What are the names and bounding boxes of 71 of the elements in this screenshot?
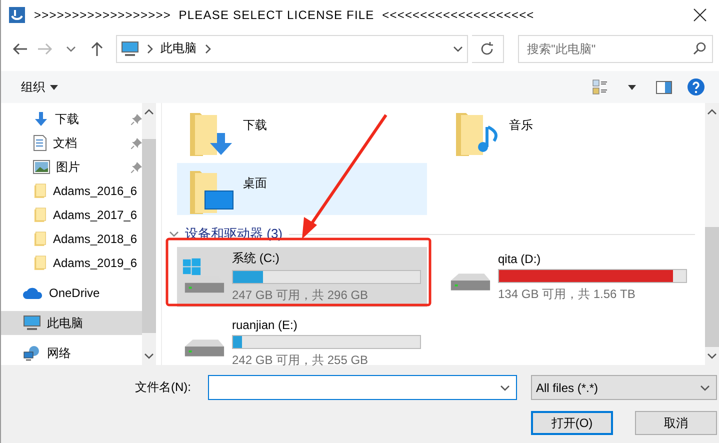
filename-label: 文件名(N): — [135, 379, 191, 396]
content-scrollbar[interactable] — [705, 103, 719, 365]
up-arrow-icon — [90, 40, 104, 56]
cloud-icon — [23, 287, 43, 299]
caret-icon — [50, 84, 58, 90]
sidebar-item[interactable]: OneDrive — [1, 281, 142, 305]
breadcrumb[interactable]: 此电脑 — [160, 40, 196, 57]
left-arrow-icon — [12, 42, 28, 56]
network-icon — [23, 345, 41, 361]
section-toggle[interactable] — [169, 229, 179, 239]
folder-icon — [33, 230, 47, 248]
folder-tile[interactable]: 桌面 — [177, 163, 427, 215]
scroll-down-icon — [144, 351, 154, 361]
drive-tile[interactable]: qita (D:) 134 GB 可用，共 1.56 TB — [443, 247, 693, 307]
chevron-down-icon — [452, 44, 463, 54]
chevron-down-icon — [169, 229, 179, 239]
folder-icon — [33, 206, 47, 224]
view-options-icon — [592, 79, 608, 95]
folder-tile[interactable]: 下载 — [177, 105, 427, 157]
download-arrow-icon — [33, 111, 49, 127]
folder-tile[interactable]: 音乐 — [443, 105, 693, 157]
sidebar-item[interactable]: 文档 — [1, 131, 142, 155]
drive-tile[interactable]: ruanjian (E:) 242 GB 可用，共 255 GB — [177, 313, 427, 373]
document-icon — [33, 135, 47, 151]
sidebar-item[interactable]: 此电脑 — [1, 311, 142, 335]
drive-name: 系统 (C:) — [232, 250, 280, 267]
chevron-right-icon — [144, 44, 154, 54]
drive-tile[interactable]: 系统 (C:) 247 GB 可用，共 296 GB — [177, 247, 427, 307]
scroll-down-icon — [707, 351, 717, 361]
sidebar-item[interactable]: Adams_2017_6 — [1, 203, 142, 227]
address-bar[interactable]: 此电脑 — [116, 34, 468, 62]
right-arrow-icon — [37, 42, 54, 56]
organize-menu[interactable]: 组织 — [19, 76, 60, 98]
chevron-down-icon — [500, 382, 510, 392]
computer-icon — [23, 315, 41, 331]
help-icon — [687, 78, 705, 96]
sidebar-item[interactable]: Adams_2019_6 — [1, 251, 142, 275]
sidebar-item[interactable]: Adams_2016_6 — [1, 179, 142, 203]
drive-space: 134 GB 可用，共 1.56 TB — [498, 286, 636, 302]
picture-icon — [33, 160, 50, 174]
close-icon — [693, 8, 707, 22]
scroll-up-icon — [144, 107, 154, 117]
drive-space: 242 GB 可用，共 255 GB — [232, 352, 370, 368]
caret-icon — [66, 44, 76, 54]
folder-icon — [33, 254, 47, 272]
sidebar-scrollbar[interactable] — [142, 103, 156, 365]
sidebar-item[interactable]: 图片 — [1, 155, 142, 179]
sidebar-item[interactable]: 下载 — [1, 107, 142, 131]
refresh-button[interactable] — [472, 34, 504, 62]
drive-name: ruanjian (E:) — [232, 318, 298, 332]
drive-name: qita (D:) — [498, 252, 542, 266]
caret-icon — [628, 84, 636, 90]
file-type-dropdown[interactable]: All files (*.*) — [531, 375, 717, 400]
sidebar-item[interactable]: Adams_2018_6 — [1, 227, 142, 251]
search-box[interactable]: 搜索"此电脑" — [518, 34, 714, 62]
filename-field[interactable] — [208, 375, 517, 400]
chevron-down-icon — [700, 382, 710, 392]
cancel-button[interactable]: 取消 — [635, 411, 717, 435]
chevron-right-icon — [202, 44, 212, 54]
refresh-icon — [480, 42, 494, 56]
drive-space: 247 GB 可用，共 296 GB — [232, 287, 370, 304]
computer-icon — [120, 40, 138, 56]
scroll-up-icon — [707, 107, 717, 117]
search-icon — [693, 42, 706, 55]
window-title: >>>>>>>>>>>>>>>>>> PLEASE SELECT LICENSE FILE <<<<<<<<<<<<<<<<<<<< — [34, 8, 536, 22]
folder-icon — [33, 182, 47, 200]
app-icon — [9, 7, 25, 23]
sidebar-item[interactable]: 网络 — [1, 341, 142, 365]
open-button[interactable]: 打开(O) — [531, 411, 613, 435]
preview-pane-icon — [656, 80, 672, 94]
help-button[interactable] — [685, 76, 707, 98]
